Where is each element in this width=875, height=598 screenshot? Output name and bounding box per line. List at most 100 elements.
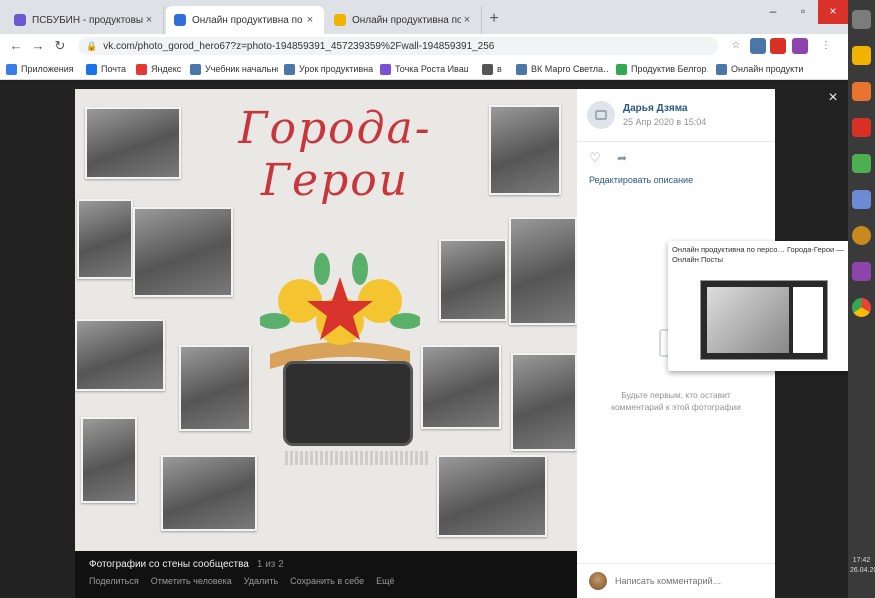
address-bar[interactable]: 🔒 (78, 37, 718, 55)
bookmark-favicon (716, 63, 727, 75)
tab-2[interactable]: Онлайн продуктивна по персо… × (166, 6, 324, 34)
share-link[interactable]: Поделиться (89, 576, 139, 586)
poster-photo (437, 455, 547, 537)
bookmark-favicon (86, 63, 97, 75)
share-icon[interactable]: ➦ (617, 151, 631, 165)
menu-icon[interactable]: ⋮ (818, 38, 834, 54)
bookmark[interactable]: Учебник начального… (190, 62, 278, 76)
poster-photo (489, 105, 561, 195)
save-link[interactable]: Сохранить в себе (290, 576, 364, 586)
leaf (352, 253, 368, 285)
taskbar-app-icon[interactable] (852, 226, 871, 245)
taskbar-app-icon[interactable] (852, 46, 871, 65)
preview-thumbnail (700, 280, 828, 360)
leaf (314, 253, 330, 285)
taskbar-app-icon[interactable] (852, 82, 871, 101)
photo-footer: Фотографии со стены сообщества 1 из 2 Под… (75, 551, 577, 598)
bookmark[interactable]: Онлайн продуктив… (716, 62, 804, 76)
bookmark[interactable]: Точка Роста Иваш… (380, 62, 468, 76)
tab-title: Онлайн продуктивна по персо… (192, 14, 304, 26)
taskbar-app-icon[interactable] (852, 118, 871, 137)
poster-photo (77, 199, 133, 279)
bookmark[interactable]: Приложения (6, 62, 76, 76)
apps-icon (6, 63, 17, 75)
bookmark[interactable]: Урок продуктивна… (284, 62, 374, 76)
tab-title: ПСБУБИН - продуктовый к… (32, 14, 143, 26)
edit-description-link[interactable]: Редактировать описание (589, 175, 693, 185)
preview-image (707, 287, 789, 353)
poster-photo (133, 207, 233, 297)
extension-icon[interactable] (750, 38, 766, 54)
bookmark[interactable]: в (482, 62, 508, 76)
comment-input[interactable] (615, 572, 765, 590)
poster-photo (421, 345, 501, 429)
bookmark[interactable]: Продуктив Белгор… (616, 62, 708, 76)
bookmark[interactable]: Яндекс (136, 62, 184, 76)
tab-3[interactable]: Онлайн продуктивна по персо… × (326, 6, 482, 34)
more-link[interactable]: Ещё (376, 576, 394, 586)
photo-counter: 1 из 2 (256, 559, 284, 570)
poster-photo (439, 239, 507, 321)
comment-bar (577, 563, 775, 598)
bookmark[interactable]: ВК Марго Светла… (516, 62, 608, 76)
minimize-icon[interactable]: – (758, 0, 788, 24)
taskbar-app-icon[interactable] (852, 262, 871, 281)
star-icon[interactable]: ☆ (728, 38, 744, 54)
taskbar-app-icon[interactable] (852, 10, 871, 29)
poster-photo (75, 319, 165, 391)
tab-title: Онлайн продуктивна по персо… (352, 14, 461, 26)
browser-toolbar: ← → ↻ 🔒 ☆ ⋮ (0, 34, 848, 58)
tab-strip: ПСБУБИН - продуктовый к… × Онлайн продук… (0, 0, 848, 34)
post-date: 25 Апр 2020 в 15:04 (623, 117, 707, 127)
poster-caption (285, 451, 430, 465)
back-icon[interactable]: ← (6, 36, 26, 56)
url-input[interactable] (103, 40, 664, 52)
bookmark-favicon (190, 63, 201, 75)
group-icon (595, 110, 607, 120)
lock-icon: 🔒 (86, 40, 98, 51)
preview-panel (793, 287, 823, 353)
poster-photo (161, 455, 257, 531)
tab-hover-preview: Онлайн продуктивна по персо… Города-Геро… (668, 241, 853, 371)
close-icon[interactable]: × (461, 14, 473, 26)
delete-link[interactable]: Удалить (244, 576, 278, 586)
new-tab-button[interactable]: + (484, 9, 504, 29)
maximize-icon[interactable]: ▫ (788, 0, 818, 24)
close-icon[interactable]: × (304, 14, 316, 26)
poster-title: Города-Герои (238, 103, 432, 206)
close-icon[interactable]: × (143, 14, 155, 26)
close-viewer-button[interactable]: × (824, 89, 842, 107)
avatar[interactable] (587, 101, 615, 129)
album-link[interactable]: Фотографии со стены сообщества (89, 559, 249, 570)
forward-icon[interactable]: → (28, 36, 48, 56)
clock: 17:42 26.04.2020 (850, 557, 875, 574)
divider (577, 141, 775, 142)
taskbar: 17:42 26.04.2020 (848, 0, 875, 598)
bookmark-favicon (284, 63, 295, 75)
taskbar-app-icon[interactable] (852, 190, 871, 209)
extension-icon[interactable] (792, 38, 808, 54)
tab-favicon (14, 14, 26, 26)
poster-photo (85, 107, 181, 179)
browser-window: ПСБУБИН - продуктовый к… × Онлайн продук… (0, 0, 853, 598)
tag-person-link[interactable]: Отметить человека (151, 576, 232, 586)
photo[interactable]: Города-Герои (75, 89, 577, 551)
bookmark-favicon (380, 63, 391, 75)
extension-icon[interactable] (770, 38, 786, 54)
window-close-icon[interactable]: × (818, 0, 848, 24)
poster-photo (509, 217, 577, 325)
poster-photo (179, 345, 251, 431)
chrome-icon[interactable] (852, 298, 871, 317)
bookmark[interactable]: Почта (86, 62, 130, 76)
taskbar-app-icon[interactable] (852, 154, 871, 173)
bookmark-favicon (516, 63, 527, 75)
bookmark-favicon (482, 63, 493, 75)
reload-icon[interactable]: ↻ (50, 36, 70, 56)
tab-favicon (334, 14, 346, 26)
bookmark-favicon (616, 63, 627, 75)
tab-1[interactable]: ПСБУБИН - продуктовый к… × (6, 6, 164, 34)
bookmark-favicon (136, 63, 147, 75)
author-name[interactable]: Дарья Дзяма (623, 103, 688, 114)
like-icon[interactable]: ♡ (589, 151, 603, 165)
poster-photo (511, 353, 577, 451)
